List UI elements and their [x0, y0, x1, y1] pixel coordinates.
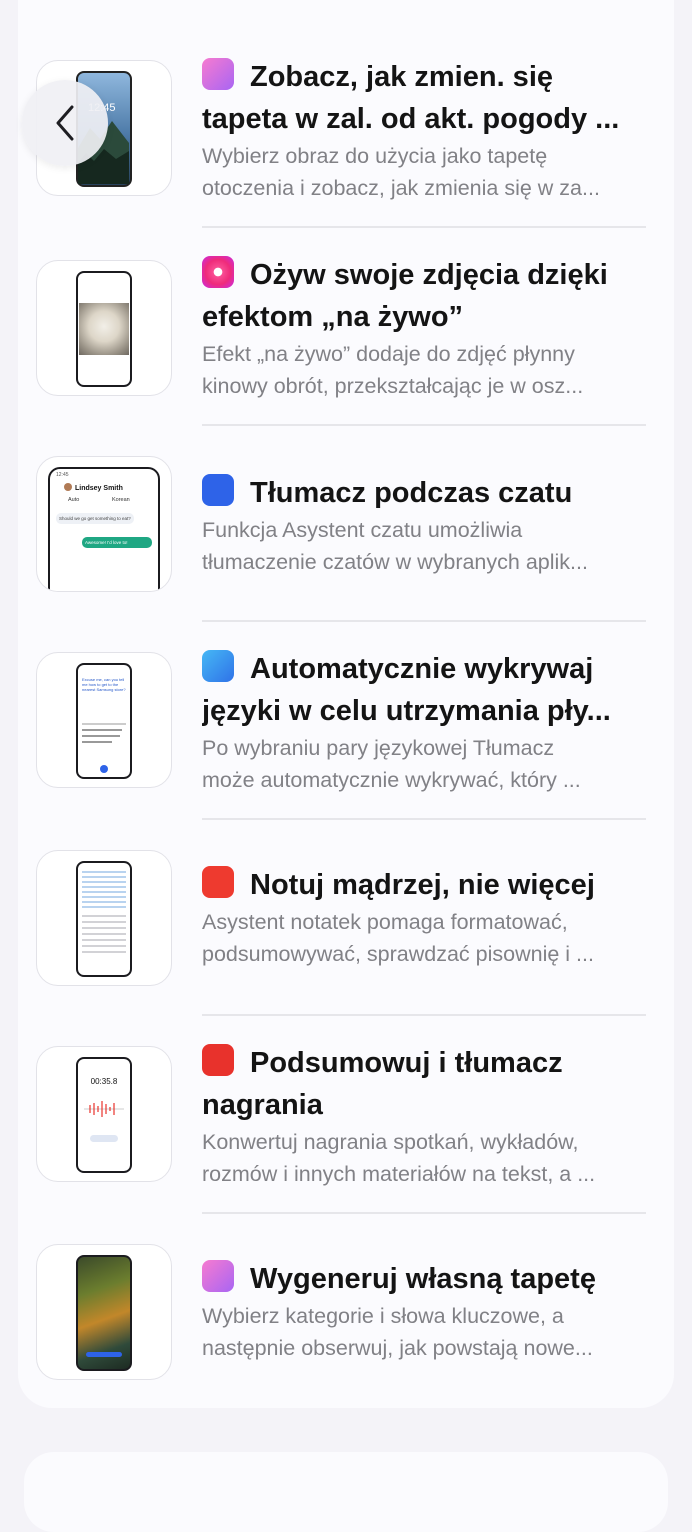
item-text: Wygeneruj własną tapetę Wybierz kategori…	[202, 1258, 648, 1364]
generate-chip	[86, 1352, 122, 1357]
chevron-left-icon	[56, 105, 74, 141]
avatar	[64, 483, 72, 491]
back-button[interactable]	[22, 80, 108, 166]
item-text: Zobacz, jak zmien. się tapeta w zal. od …	[202, 56, 648, 204]
item-description: Wybierz kategorie i słowa kluczowe, a	[202, 1304, 564, 1328]
item-title: Wygeneruj własną tapetę	[202, 1258, 648, 1300]
dog-photo	[79, 303, 129, 355]
item-description-line2: podsumowywać, sprawdzać pisownię i ...	[202, 942, 594, 966]
notes-lines	[82, 915, 126, 955]
recording-time: 00:35.8	[90, 1077, 118, 1086]
lang-to: Korean	[112, 497, 130, 503]
thumbnail-chat-translate: 12:45 Lindsey Smith Auto Korean Should w…	[36, 456, 172, 592]
item-title-line2: języki w celu utrzymania pły...	[202, 695, 611, 727]
item-title: Zobacz, jak zmien. się	[202, 56, 648, 98]
divider	[202, 1212, 646, 1214]
phone-preview: 12:45 Lindsey Smith Auto Korean Should w…	[48, 467, 160, 591]
phone-preview	[76, 1255, 132, 1371]
translate-text: Excuse me, can you tell me how to get to…	[82, 677, 126, 692]
next-section-card	[24, 1452, 668, 1532]
voice-recorder-icon	[202, 1044, 234, 1076]
lang-from: Auto	[68, 497, 80, 503]
item-description-line2: tłumaczenie czatów w wybranych aplik...	[202, 550, 588, 574]
item-title: Notuj mądrzej, nie więcej	[202, 864, 648, 906]
item-text: Notuj mądrzej, nie więcej Asystent notat…	[202, 864, 648, 970]
thumbnail-recordings: 00:35.8	[36, 1046, 172, 1182]
phone-preview	[76, 271, 132, 387]
thumbnail-live-effect	[36, 260, 172, 396]
action-chip	[90, 1135, 118, 1142]
translate-icon	[202, 650, 234, 682]
item-description: Konwertuj nagrania spotkań, wykładów,	[202, 1130, 579, 1154]
thumbnail-generate-wallpaper	[36, 1244, 172, 1380]
item-description-line2: następnie obserwuj, jak powstają nowe...	[202, 1336, 593, 1360]
item-text: Ożyw swoje zdjęcia dzięki efektom „na ży…	[202, 254, 648, 402]
item-title: Ożyw swoje zdjęcia dzięki	[202, 254, 648, 296]
item-description: Asystent notatek pomaga formatować,	[202, 910, 568, 934]
divider	[202, 620, 646, 622]
divider	[202, 1014, 646, 1016]
wallpaper-gallery-icon	[202, 1260, 234, 1292]
waveform	[84, 1101, 124, 1117]
item-description-line2: kinowy obrót, przekształcając je w osz..…	[202, 374, 584, 398]
item-title: Tłumacz podczas czatu	[202, 472, 648, 514]
item-text: Podsumowuj i tłumacz nagrania Konwertuj …	[202, 1042, 648, 1190]
thumbnail-notes-assist	[36, 850, 172, 986]
divider	[202, 226, 646, 228]
phone-preview: 00:35.8	[76, 1057, 132, 1173]
notes-highlight	[82, 871, 126, 911]
item-description-line2: otoczenia i zobacz, jak zmienia się w za…	[202, 176, 600, 200]
contact-name: Lindsey Smith	[75, 485, 123, 492]
item-title: Automatycznie wykrywaj	[202, 648, 648, 690]
item-text: Tłumacz podczas czatu Funkcja Asystent c…	[202, 472, 648, 578]
keyboard-icon	[202, 474, 234, 506]
chat-bubble-in: Should we go get something to eat?	[56, 513, 134, 524]
item-description-line2: może automatycznie wykrywać, który ...	[202, 768, 581, 792]
item-text: Automatycznie wykrywaj języki w celu utr…	[202, 648, 648, 796]
item-description: Po wybraniu pary językowej Tłumacz	[202, 736, 555, 760]
phone-preview: Excuse me, can you tell me how to get to…	[76, 663, 132, 779]
item-description: Wybierz obraz do użycia jako tapetę	[202, 144, 548, 168]
mic-icon	[100, 765, 108, 773]
item-title-line2: tapeta w zal. od akt. pogody ...	[202, 103, 620, 135]
item-description-line2: rozmów i innych materiałów na tekst, a .…	[202, 1162, 596, 1186]
item-title-line2: efektom „na żywo”	[202, 301, 464, 333]
chat-bubble-out: Awesome! I'd love to!	[82, 537, 152, 548]
gallery-icon	[202, 58, 234, 90]
divider	[202, 424, 646, 426]
photos-flower-icon	[202, 256, 234, 288]
item-description: Funkcja Asystent czatu umożliwia	[202, 518, 523, 542]
phone-preview	[76, 861, 132, 977]
divider	[202, 818, 646, 820]
notes-icon	[202, 866, 234, 898]
phone-time: 12:45	[56, 472, 69, 478]
item-title: Podsumowuj i tłumacz	[202, 1042, 648, 1084]
item-description: Efekt „na żywo” dodaje do zdjęć płynny	[202, 342, 575, 366]
item-title-line2: nagrania	[202, 1089, 323, 1121]
thumbnail-auto-language: Excuse me, can you tell me how to get to…	[36, 652, 172, 788]
